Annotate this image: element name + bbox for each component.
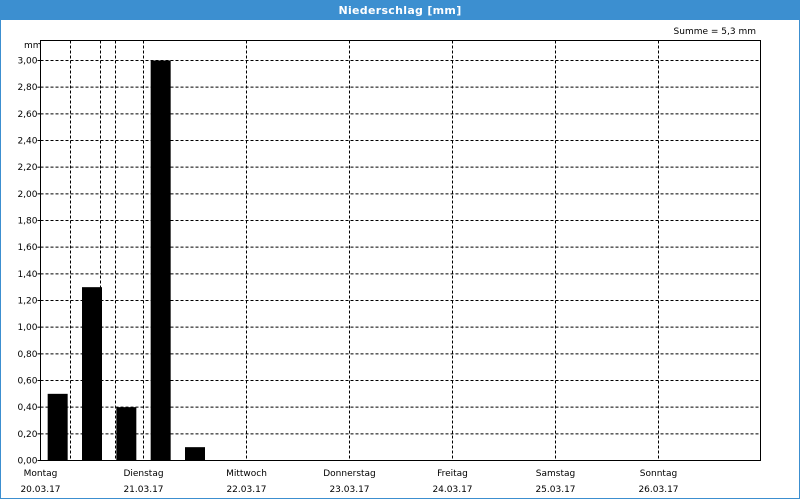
bar (150, 60, 171, 461)
x-axis-ticks: Montag 20.03.17 Dienstag 21.03.17 Mittwoch 22… (20, 469, 678, 495)
bar (185, 447, 205, 461)
plot-area-border (40, 40, 761, 461)
y-tick-label: 1,40 (17, 270, 37, 280)
sum-label: Summe = 5,3 mm (674, 27, 756, 37)
y-tick-label: 2,60 (17, 110, 37, 120)
y-tick-label: 0,00 (17, 457, 37, 467)
bar (82, 287, 102, 461)
x-tick-date: 24.03.17 (432, 485, 472, 495)
x-tick-day: Freitag (437, 469, 468, 479)
bar (116, 407, 137, 461)
x-tick-date: 21.03.17 (123, 485, 163, 495)
y-tick-label: 1,20 (17, 297, 37, 307)
x-tick-day: Samstag (536, 469, 575, 479)
y-tick-label: 2,40 (17, 137, 37, 147)
y-tick-label: 1,80 (17, 217, 37, 227)
x-tick-day: Mittwoch (226, 469, 267, 479)
y-tick-label: 0,40 (17, 403, 37, 413)
y-tick-label: 0,60 (17, 377, 37, 387)
bar (47, 393, 68, 461)
x-tick-date: 20.03.17 (20, 485, 60, 495)
grid (40, 40, 761, 461)
y-axis-ticks: 0,00 0,20 0,40 0,60 0,80 1,00 1,20 1,40 1,60 1,80… (17, 57, 41, 467)
x-tick-day: Donnerstag (323, 469, 376, 479)
y-tick-label: 3,00 (17, 57, 37, 67)
y-unit-label: mm (24, 41, 42, 51)
x-tick-day: Dienstag (123, 469, 163, 479)
y-tick-label: 0,20 (17, 430, 37, 440)
y-tick-label: 0,80 (17, 350, 37, 360)
x-tick-date: 25.03.17 (535, 485, 575, 495)
bars (47, 60, 205, 461)
precipitation-chart: mm Summe = 5,3 mm 0,00 0,20 0,40 0,60 0,80 1,… (17, 27, 761, 495)
y-tick-label: 2,20 (17, 163, 37, 173)
x-tick-day: Montag (24, 469, 58, 479)
x-tick-date: 23.03.17 (329, 485, 369, 495)
x-tick-day: Sonntag (640, 469, 677, 479)
y-tick-label: 1,00 (17, 323, 37, 333)
x-tick-date: 22.03.17 (226, 485, 266, 495)
x-tick-date: 26.03.17 (638, 485, 678, 495)
y-tick-label: 2,80 (17, 83, 37, 93)
y-tick-label: 2,00 (17, 190, 37, 200)
y-tick-label: 1,60 (17, 243, 37, 253)
